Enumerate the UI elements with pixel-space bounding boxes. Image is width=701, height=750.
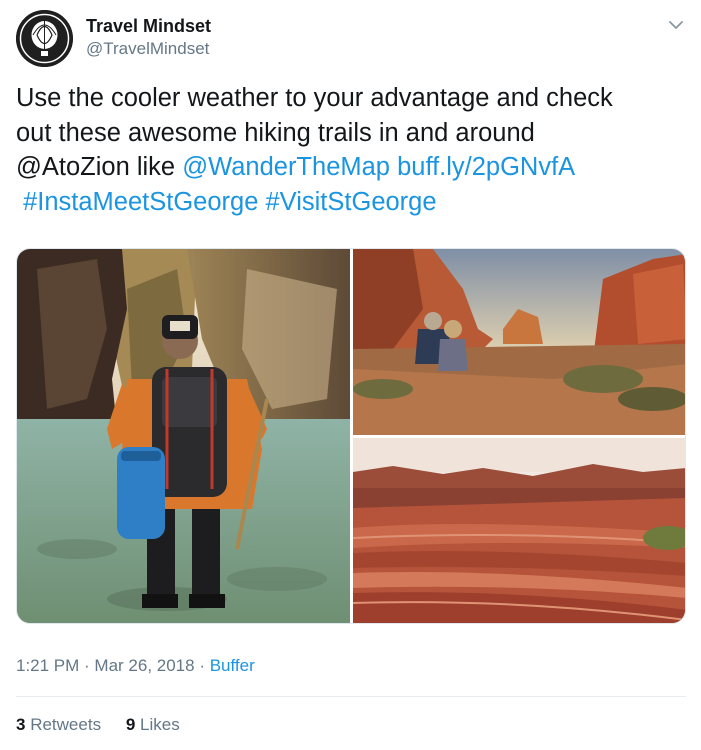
likes-stat[interactable]: 9 Likes [126,715,180,734]
tweet-time[interactable]: 1:21 PM [16,656,79,675]
hot-air-balloon-icon [16,10,73,67]
avatar[interactable] [16,10,73,67]
user-handle[interactable]: @TravelMindset [86,39,209,59]
separator: · [194,656,210,675]
hashtag-link[interactable]: #InstaMeetStGeorge [23,188,258,216]
media-grid [16,248,686,624]
photo-couple-canyon[interactable] [353,249,685,435]
tweet-line-3: @AtoZion like @WanderTheMap buff.ly/2pGN… [16,150,686,185]
tweet-line-1: Use the cooler weather to your advantage… [16,84,613,112]
tweet-text: Use the cooler weather to your advantage… [16,81,686,219]
photo-hiker-narrows[interactable] [17,249,350,623]
tweet-line-2: out these awesome hiking trails in and a… [16,118,535,147]
retweets-stat[interactable]: 3 Retweets [16,715,101,734]
source-link[interactable]: Buffer [210,656,255,675]
mention-link[interactable]: @WanderTheMap [182,153,390,181]
retweets-label: Retweets [30,715,102,734]
retweets-count: 3 [16,715,26,734]
tweet-meta: 1:21 PM · Mar 26, 2018 · Buffer [16,656,255,676]
likes-count: 9 [125,715,136,734]
photo-red-sandstone[interactable] [353,438,685,623]
mention-atozion: @AtoZion like [16,153,183,181]
separator: · [79,656,95,675]
chevron-down-icon[interactable] [665,14,687,36]
likes-label: Likes [140,715,180,734]
url-link[interactable]: buff.ly/2pGNvfA [397,153,575,181]
tweet-line-4: #InstaMeetStGeorge #VisitStGeorge [16,185,686,220]
divider [16,696,686,697]
tweet-stats: 3 Retweets 9 Likes [16,715,200,735]
display-name[interactable]: Travel Mindset [86,16,211,37]
hashtag-link[interactable]: #VisitStGeorge [266,188,437,216]
tweet-date[interactable]: Mar 26, 2018 [94,656,194,675]
